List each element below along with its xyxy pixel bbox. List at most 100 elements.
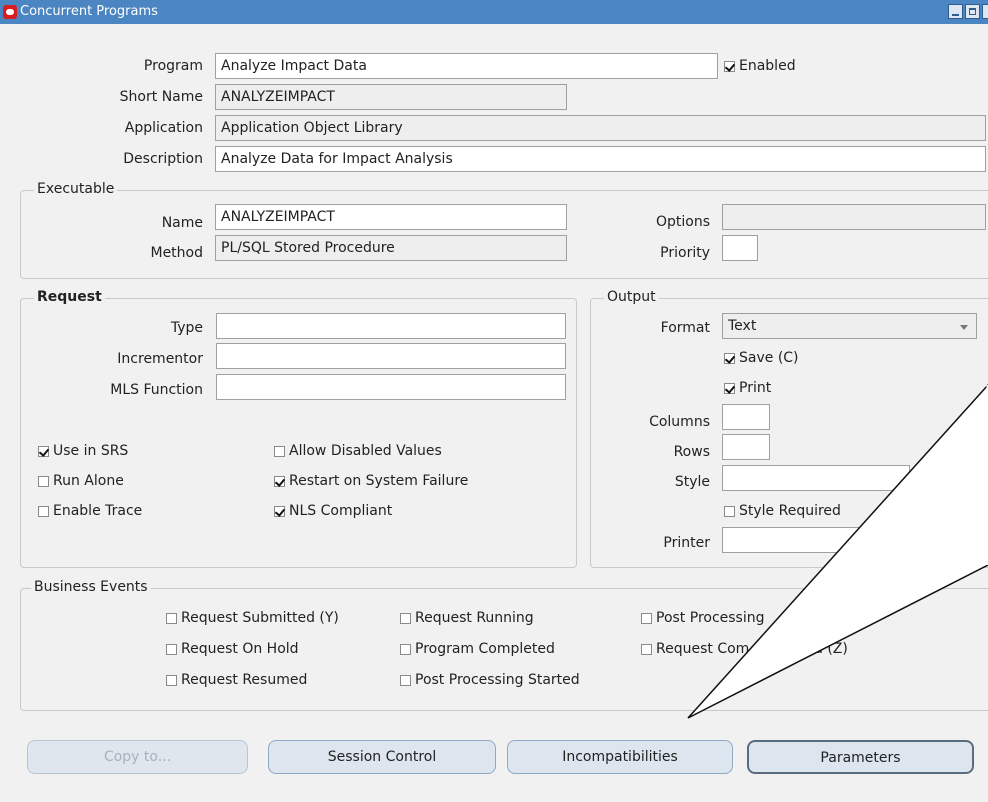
allow-disabled-values-box-icon bbox=[274, 445, 285, 457]
minimize-icon[interactable] bbox=[948, 4, 963, 19]
maximize-icon[interactable] bbox=[965, 4, 980, 19]
oracle-logo-icon bbox=[3, 5, 17, 19]
style-required-box-icon bbox=[724, 505, 735, 517]
format-select[interactable]: Text bbox=[722, 313, 977, 339]
mls-function-label: MLS Function bbox=[110, 382, 203, 398]
request-title: Request bbox=[34, 289, 105, 305]
run-alone-box-icon bbox=[38, 475, 49, 487]
enable-trace-checkbox[interactable]: Enable Trace bbox=[38, 503, 142, 519]
short-name-field[interactable]: ANALYZEIMPACT bbox=[215, 84, 567, 110]
method-label: Method bbox=[150, 245, 203, 261]
post-processing-checkbox[interactable]: Post Processing bbox=[641, 610, 765, 626]
printer-label: Printer bbox=[663, 535, 710, 551]
style-required-label: Style Required bbox=[739, 503, 841, 519]
use-in-srs-checkbox[interactable]: Use in SRS bbox=[38, 443, 128, 459]
output-title: Output bbox=[604, 289, 659, 305]
request-submitted-label: Request Submitted (Y) bbox=[181, 610, 339, 626]
save-checkbox[interactable]: Save (C) bbox=[724, 350, 799, 366]
close-icon[interactable] bbox=[982, 4, 988, 19]
use-in-srs-label: Use in SRS bbox=[53, 443, 129, 459]
request-resumed-box-icon bbox=[166, 674, 177, 686]
request-completed-box-icon bbox=[641, 643, 652, 655]
session-control-button[interactable]: Session Control bbox=[268, 740, 496, 774]
request-submitted-checkbox[interactable]: Request Submitted (Y) bbox=[166, 610, 339, 626]
post-processing-label: Post Processing bbox=[656, 610, 765, 626]
request-submitted-box-icon bbox=[166, 612, 177, 624]
window-title: Concurrent Programs bbox=[20, 4, 158, 19]
use-in-srs-check-icon bbox=[38, 445, 49, 457]
program-completed-label: Program Completed bbox=[415, 641, 555, 657]
window-title-bar[interactable]: Concurrent Programs bbox=[0, 0, 988, 24]
nls-compliant-check-icon bbox=[274, 505, 285, 517]
priority-field[interactable] bbox=[722, 235, 758, 261]
restart-on-failure-checkbox[interactable]: Restart on System Failure bbox=[274, 473, 468, 489]
description-label: Description bbox=[123, 151, 203, 167]
short-name-label: Short Name bbox=[119, 89, 203, 105]
run-alone-label: Run Alone bbox=[53, 473, 124, 489]
enabled-check-icon bbox=[724, 60, 735, 72]
allow-disabled-values-label: Allow Disabled Values bbox=[289, 443, 442, 459]
incompatibilities-button[interactable]: Incompatibilities bbox=[507, 740, 733, 774]
program-completed-checkbox[interactable]: Program Completed bbox=[400, 641, 555, 657]
enabled-checkbox[interactable]: Enabled bbox=[724, 58, 796, 74]
incrementor-field[interactable] bbox=[216, 343, 566, 369]
print-label: Print bbox=[739, 380, 772, 396]
format-value: Text bbox=[728, 318, 757, 334]
chevron-down-icon[interactable] bbox=[960, 325, 968, 330]
program-completed-box-icon bbox=[400, 643, 411, 655]
request-running-label: Request Running bbox=[415, 610, 534, 626]
options-label: Options bbox=[655, 214, 710, 230]
restart-on-failure-check-icon bbox=[274, 475, 285, 487]
executable-name-field[interactable]: ANALYZEIMPACT bbox=[215, 204, 567, 230]
print-checkbox[interactable]: Print bbox=[724, 380, 771, 396]
restart-on-failure-label: Restart on System Failure bbox=[289, 473, 469, 489]
enabled-label: Enabled bbox=[739, 58, 796, 74]
request-completed-checkbox[interactable]: Request Com bbox=[641, 641, 749, 657]
nls-compliant-checkbox[interactable]: NLS Compliant bbox=[274, 503, 392, 519]
request-on-hold-label: Request On Hold bbox=[181, 641, 299, 657]
type-label: Type bbox=[170, 320, 203, 336]
application-label: Application bbox=[124, 120, 203, 136]
enable-trace-label: Enable Trace bbox=[53, 503, 143, 519]
request-running-box-icon bbox=[400, 612, 411, 624]
request-completed-label-suffix: d (Z) bbox=[814, 641, 848, 657]
request-on-hold-checkbox[interactable]: Request On Hold bbox=[166, 641, 299, 657]
nls-compliant-label: NLS Compliant bbox=[289, 503, 393, 519]
style-required-checkbox[interactable]: Style Required bbox=[724, 503, 841, 519]
style-field[interactable] bbox=[722, 465, 910, 491]
request-on-hold-box-icon bbox=[166, 643, 177, 655]
allow-disabled-values-checkbox[interactable]: Allow Disabled Values bbox=[274, 443, 442, 459]
executable-title: Executable bbox=[34, 181, 118, 197]
request-resumed-checkbox[interactable]: Request Resumed bbox=[166, 672, 307, 688]
post-processing-started-checkbox[interactable]: Post Processing Started bbox=[400, 672, 580, 688]
executable-name-label: Name bbox=[161, 215, 203, 231]
save-check-icon bbox=[724, 352, 735, 364]
application-field[interactable]: Application Object Library bbox=[215, 115, 986, 141]
description-field[interactable]: Analyze Data for Impact Analysis bbox=[215, 146, 986, 172]
rows-label: Rows bbox=[673, 444, 710, 460]
printer-field[interactable] bbox=[722, 527, 977, 553]
rows-field[interactable] bbox=[722, 434, 770, 460]
request-completed-label: Request Com bbox=[656, 641, 750, 657]
options-field[interactable] bbox=[722, 204, 986, 230]
business-events-title: Business Events bbox=[31, 579, 151, 595]
post-processing-started-box-icon bbox=[400, 674, 411, 686]
mls-function-field[interactable] bbox=[216, 374, 566, 400]
run-alone-checkbox[interactable]: Run Alone bbox=[38, 473, 124, 489]
format-label: Format bbox=[660, 320, 710, 336]
type-field[interactable] bbox=[216, 313, 566, 339]
request-resumed-label: Request Resumed bbox=[181, 672, 308, 688]
program-label: Program bbox=[143, 58, 203, 74]
parameters-button[interactable]: Parameters bbox=[747, 740, 974, 774]
columns-field[interactable] bbox=[722, 404, 770, 430]
request-running-checkbox[interactable]: Request Running bbox=[400, 610, 534, 626]
copy-to-button[interactable]: Copy to... bbox=[27, 740, 248, 774]
style-label: Style bbox=[674, 474, 710, 490]
post-processing-box-icon bbox=[641, 612, 652, 624]
method-field[interactable]: PL/SQL Stored Procedure bbox=[215, 235, 567, 261]
incrementor-label: Incrementor bbox=[117, 351, 203, 367]
print-check-icon bbox=[724, 382, 735, 394]
priority-label: Priority bbox=[660, 245, 710, 261]
post-processing-started-label: Post Processing Started bbox=[415, 672, 580, 688]
program-field[interactable]: Analyze Impact Data bbox=[215, 53, 718, 79]
